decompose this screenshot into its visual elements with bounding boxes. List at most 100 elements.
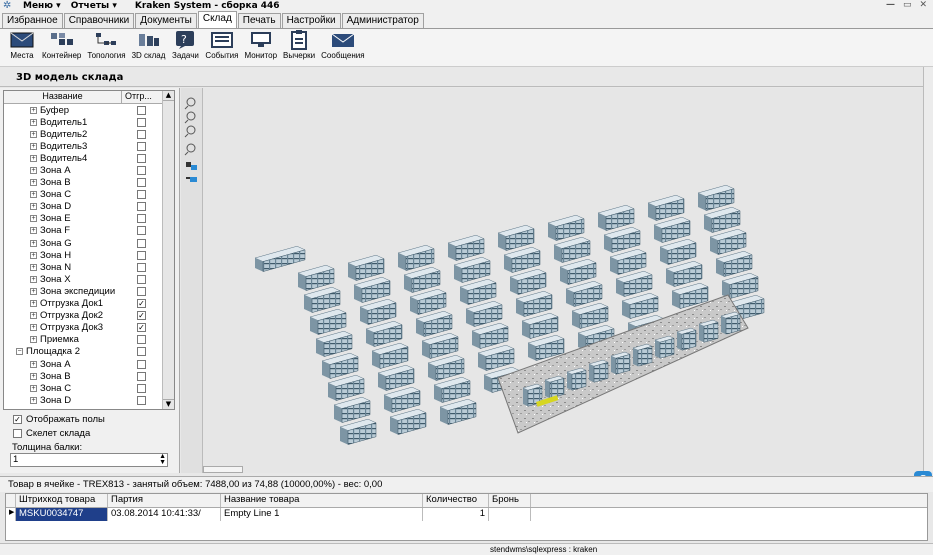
rack-block[interactable] [453,256,491,283]
tree-item[interactable]: + Зона D [4,201,174,213]
remove-layer-icon[interactable] [186,177,197,182]
rack-block[interactable] [553,236,591,263]
rack-block[interactable] [465,300,503,327]
rack-block[interactable] [415,310,453,337]
ship-checkbox[interactable]: ✓ [137,323,146,333]
expand-icon[interactable]: + [30,118,37,126]
rack-block[interactable] [609,248,647,275]
expand-icon[interactable]: + [30,167,37,175]
tab-documents[interactable]: Документы [135,13,197,28]
rack-block[interactable] [571,302,609,329]
expand-icon[interactable]: + [30,312,37,320]
rack-block[interactable] [377,364,415,391]
restore-icon[interactable]: ▭ [903,0,912,10]
tree-item[interactable]: + Водитель2 [4,128,174,140]
expand-icon[interactable]: + [30,191,37,199]
expand-icon[interactable]: + [30,372,37,380]
tree-item[interactable]: + Зона H [4,249,174,261]
tree-item[interactable]: + Водитель4 [4,152,174,164]
tree-item[interactable]: + Приемка [4,334,174,346]
tree-item[interactable]: + Зона A [4,358,174,370]
pan-icon[interactable] [184,143,196,156]
ship-checkbox[interactable] [137,262,146,272]
reports-menu-button[interactable]: Отчеты ▾ [71,1,117,11]
rack-block[interactable] [303,286,341,313]
ship-checkbox[interactable] [137,117,146,127]
tab-print[interactable]: Печать [237,13,281,28]
ship-checkbox[interactable] [137,105,146,115]
tab-references[interactable]: Справочники [63,13,135,28]
expand-icon[interactable]: + [30,215,37,223]
rack-block[interactable] [347,254,385,281]
tree-item[interactable]: + Отгрузка Док3 ✓ [4,322,174,334]
ship-checkbox[interactable] [137,250,146,260]
horizontal-scroll-thumb[interactable] [203,466,243,473]
rack-block[interactable] [471,322,509,349]
rack-block[interactable] [659,238,697,265]
events-button[interactable]: События [205,29,238,66]
col-quantity[interactable]: Количество [423,494,489,507]
tree-item[interactable]: + Зона G [4,237,174,249]
tree-item[interactable]: + Водитель3 [4,140,174,152]
expand-icon[interactable]: + [30,324,37,332]
expand-icon[interactable]: + [30,142,37,150]
ship-checkbox[interactable]: ✓ [137,299,146,309]
rack-block[interactable] [597,204,635,231]
ship-checkbox[interactable] [137,178,146,188]
tasks-button[interactable]: ? Задачи [171,29,199,66]
expand-icon[interactable]: + [30,203,37,211]
expand-icon[interactable]: + [30,263,37,271]
tree-item[interactable]: + Зона A [4,164,174,176]
rack-block[interactable] [333,396,371,423]
ship-checkbox[interactable] [137,190,146,200]
rack-block[interactable] [720,311,741,335]
rack-block[interactable] [309,308,347,335]
ship-checkbox[interactable] [137,371,146,381]
rack-block[interactable] [559,258,597,285]
skeleton-checkbox[interactable] [13,429,22,438]
table-row[interactable]: ▶ MSKU0034747 03.08.2014 10:41:33/ Empty… [6,508,927,521]
tree-item[interactable]: + Зона X [4,273,174,285]
tree-scrollbar[interactable]: ▲ ▼ [162,91,174,409]
expand-icon[interactable]: + [30,179,37,187]
ship-checkbox[interactable] [137,226,146,236]
expand-icon[interactable]: + [30,384,37,392]
tree-item[interactable]: + Зона экспедиции [4,285,174,297]
ship-checkbox[interactable] [137,214,146,224]
tree-item[interactable]: + Отгрузка Док1 ✓ [4,298,174,310]
col-barcode[interactable]: Штрихкод товара [16,494,108,507]
rack-block[interactable] [321,352,359,379]
expand-icon[interactable]: + [30,106,37,114]
cell-reserve[interactable] [489,508,531,521]
crossouts-button[interactable]: Вычерки [283,29,315,66]
rack-block[interactable] [647,194,685,221]
ship-checkbox[interactable] [137,153,146,163]
rack-block[interactable] [421,332,459,359]
ship-checkbox[interactable] [137,202,146,212]
cell-barcode[interactable]: MSKU0034747 [16,508,108,521]
rack-block[interactable] [610,351,631,375]
rack-block[interactable] [565,280,603,307]
rack-block[interactable] [615,270,653,297]
tree-item[interactable]: + Зона C [4,189,174,201]
show-floors-checkbox[interactable]: ✓ [13,415,22,424]
expand-icon[interactable]: + [30,227,37,235]
rack-block[interactable] [383,386,421,413]
rack-block[interactable] [389,408,427,435]
rack-block[interactable] [353,276,391,303]
ship-checkbox[interactable] [137,166,146,176]
rack-block[interactable] [654,335,675,359]
rack-block[interactable] [327,374,365,401]
rack-block[interactable] [566,367,587,391]
tree-item[interactable]: − Площадка 2 [4,346,174,358]
container-button[interactable]: Контейнер [42,29,81,66]
monitor-button[interactable]: Монитор [244,29,277,66]
expand-icon[interactable]: + [30,154,37,162]
messages-button[interactable]: Сообщения [321,29,365,66]
ship-checkbox[interactable] [137,286,146,296]
topology-button[interactable]: Топология [87,29,126,66]
zoom-out-icon[interactable] [184,111,196,124]
tree-item[interactable]: + Зона E [4,213,174,225]
rack-block[interactable] [365,320,403,347]
warehouse-scene[interactable] [203,88,923,473]
